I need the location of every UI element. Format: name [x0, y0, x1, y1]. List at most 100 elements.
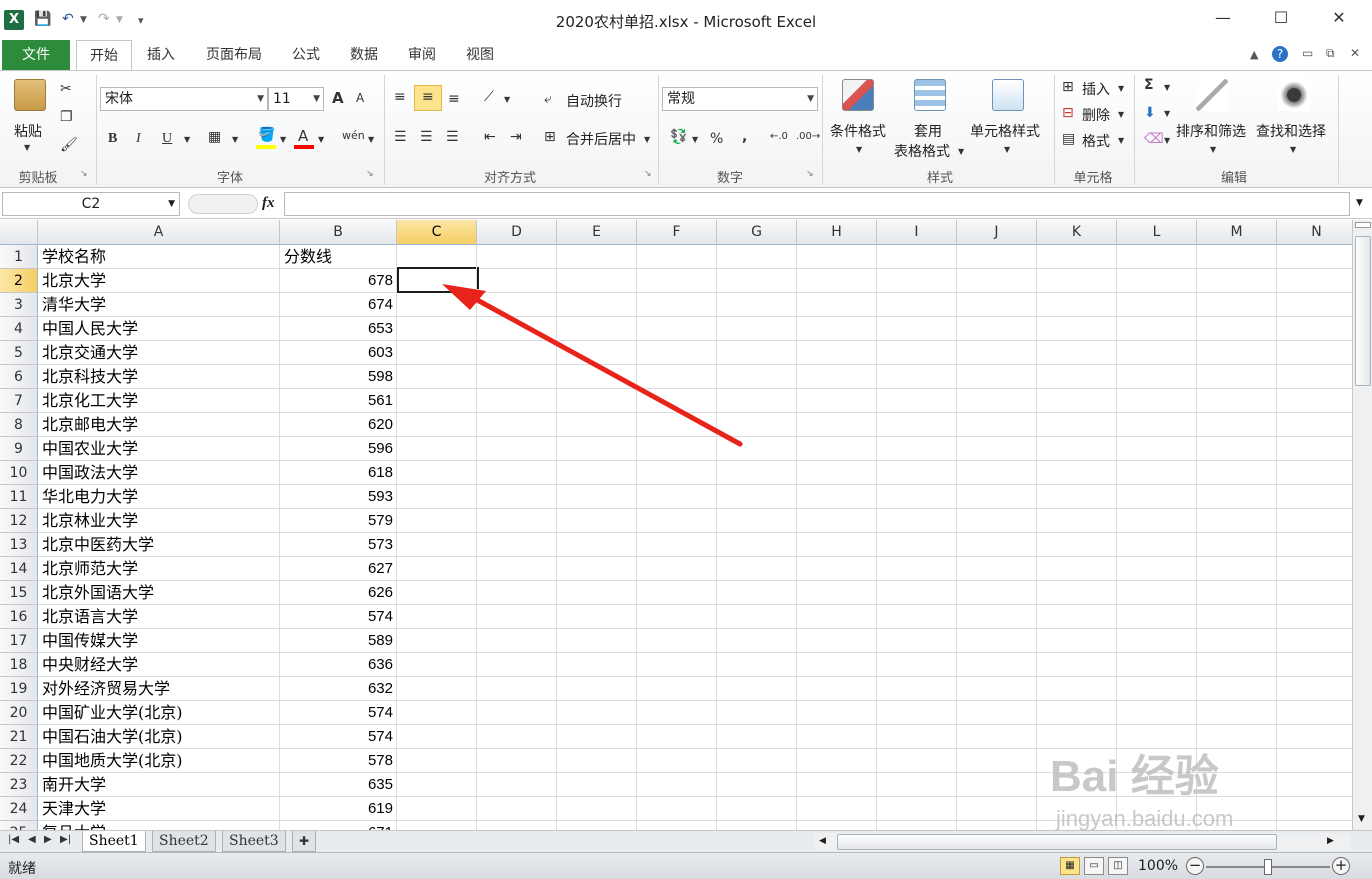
- alignment-launcher-icon[interactable]: ↘: [644, 169, 652, 179]
- row-header[interactable]: 8: [0, 413, 38, 437]
- row-header[interactable]: 24: [0, 797, 38, 821]
- formula-input[interactable]: [284, 192, 1350, 216]
- column-header-h[interactable]: H: [797, 220, 877, 245]
- column-header-k[interactable]: K: [1037, 220, 1117, 245]
- insert-sheet-icon[interactable]: ✚: [292, 831, 317, 852]
- decrease-indent-icon[interactable]: ⇤: [484, 129, 496, 145]
- cut-icon[interactable]: ✂: [60, 81, 72, 97]
- format-cells-icon[interactable]: ▤: [1062, 131, 1075, 147]
- cell-b[interactable]: 574: [284, 725, 393, 749]
- row-header[interactable]: 11: [0, 485, 38, 509]
- column-header-g[interactable]: G: [717, 220, 797, 245]
- split-handle[interactable]: [1355, 222, 1371, 228]
- minimize-button[interactable]: —: [1200, 8, 1246, 32]
- tab-formulas[interactable]: 公式: [282, 40, 330, 70]
- underline-dropdown-icon[interactable]: ▼: [184, 135, 190, 144]
- cell-b[interactable]: 626: [284, 581, 393, 605]
- row-header[interactable]: 23: [0, 773, 38, 797]
- clear-dropdown-icon[interactable]: ▼: [1164, 136, 1170, 145]
- autosum-dropdown-icon[interactable]: ▼: [1164, 83, 1170, 92]
- find-dropdown-icon[interactable]: ▼: [1290, 145, 1296, 154]
- phonetic-dropdown-icon[interactable]: ▼: [368, 135, 374, 144]
- format-table-dropdown-icon[interactable]: ▼: [958, 147, 964, 156]
- merge-center-icon[interactable]: ⊞: [544, 129, 556, 145]
- cell-a[interactable]: 清华大学: [42, 293, 278, 317]
- conditional-format-button[interactable]: 条件格式: [830, 121, 886, 141]
- paste-icon[interactable]: [14, 79, 46, 111]
- percent-button[interactable]: %: [710, 131, 723, 147]
- vertical-scrollbar[interactable]: ▼: [1352, 220, 1372, 830]
- cell-b[interactable]: 678: [284, 269, 393, 293]
- align-bottom-icon[interactable]: ≡: [448, 91, 460, 107]
- decrease-decimal-icon[interactable]: .00→: [796, 131, 820, 142]
- grow-font-button[interactable]: A: [332, 89, 344, 107]
- cell-a[interactable]: 复旦大学: [42, 821, 278, 830]
- row-header[interactable]: 10: [0, 461, 38, 485]
- fill-dropdown-icon[interactable]: ▼: [1164, 109, 1170, 118]
- font-name-select[interactable]: 宋体 ▼: [100, 87, 268, 111]
- format-table-icon[interactable]: [914, 79, 946, 111]
- tab-file[interactable]: 文件: [2, 40, 70, 70]
- row-header[interactable]: 21: [0, 725, 38, 749]
- bold-button[interactable]: B: [108, 131, 117, 147]
- cell-a[interactable]: 中央财经大学: [42, 653, 278, 677]
- border-dropdown-icon[interactable]: ▼: [232, 135, 238, 144]
- merge-dropdown-icon[interactable]: ▼: [644, 135, 650, 144]
- next-sheet-icon[interactable]: ▶: [44, 834, 52, 845]
- autosum-button[interactable]: Σ: [1144, 77, 1154, 93]
- cell-a[interactable]: 华北电力大学: [42, 485, 278, 509]
- row-header[interactable]: 17: [0, 629, 38, 653]
- row-header[interactable]: 16: [0, 605, 38, 629]
- cell-a[interactable]: 中国石油大学(北京): [42, 725, 278, 749]
- sheet-tab-2[interactable]: Sheet2: [152, 831, 216, 852]
- row-header[interactable]: 3: [0, 293, 38, 317]
- increase-indent-icon[interactable]: ⇥: [510, 129, 522, 145]
- cell-a[interactable]: 学校名称: [42, 245, 278, 269]
- cell-b[interactable]: 619: [284, 797, 393, 821]
- scroll-down-icon[interactable]: ▼: [1358, 814, 1365, 824]
- cell-a[interactable]: 中国矿业大学(北京): [42, 701, 278, 725]
- scroll-left-icon[interactable]: ◀: [819, 836, 826, 846]
- conditional-dropdown-icon[interactable]: ▼: [856, 145, 862, 154]
- insert-cells-button[interactable]: 插入: [1082, 79, 1110, 99]
- cell-a[interactable]: 中国农业大学: [42, 437, 278, 461]
- fill-down-icon[interactable]: ⬇: [1144, 105, 1156, 121]
- column-header-i[interactable]: I: [877, 220, 957, 245]
- insert-cells-icon[interactable]: ⊞: [1062, 79, 1074, 95]
- cell-a[interactable]: 北京林业大学: [42, 509, 278, 533]
- first-sheet-icon[interactable]: |◀: [8, 834, 19, 845]
- align-top-icon[interactable]: ≡: [394, 89, 406, 105]
- align-right-icon[interactable]: ☰: [446, 129, 459, 145]
- cell-a[interactable]: 北京邮电大学: [42, 413, 278, 437]
- format-dropdown-icon[interactable]: ▼: [1118, 136, 1124, 145]
- wrap-text-icon[interactable]: ⤶: [544, 91, 552, 107]
- cell-b[interactable]: 674: [284, 293, 393, 317]
- cell-b[interactable]: 635: [284, 773, 393, 797]
- column-header-d[interactable]: D: [477, 220, 557, 245]
- last-sheet-icon[interactable]: ▶|: [60, 834, 71, 845]
- help-icon[interactable]: ?: [1272, 46, 1288, 62]
- cell-b[interactable]: 636: [284, 653, 393, 677]
- cell-b[interactable]: 618: [284, 461, 393, 485]
- conditional-format-icon[interactable]: [842, 79, 874, 111]
- cell-b[interactable]: 627: [284, 557, 393, 581]
- merge-center-button[interactable]: 合并后居中: [566, 129, 636, 149]
- find-select-icon[interactable]: [1278, 79, 1310, 111]
- worksheet-grid[interactable]: ABCDEFGHIJKLMN 1 学校名称 分数线 2 北京大学 678 3 清华大学 674 4…: [0, 220, 1352, 830]
- cell-a[interactable]: 北京科技大学: [42, 365, 278, 389]
- delete-dropdown-icon[interactable]: ▼: [1118, 110, 1124, 119]
- close-button[interactable]: ✕: [1316, 8, 1362, 32]
- tab-data[interactable]: 数据: [340, 40, 388, 70]
- minimize-ribbon-icon[interactable]: ▲: [1250, 48, 1258, 61]
- orientation-icon[interactable]: ⟋: [484, 89, 494, 105]
- sort-filter-button[interactable]: 排序和筛选: [1176, 121, 1246, 141]
- font-launcher-icon[interactable]: ↘: [366, 169, 374, 179]
- copy-icon[interactable]: ❐: [60, 109, 73, 125]
- zoom-out-button[interactable]: −: [1186, 857, 1204, 875]
- workbook-minimize-icon[interactable]: ▭: [1302, 46, 1313, 60]
- cell-b[interactable]: 分数线: [284, 245, 393, 269]
- sheet-tab-1[interactable]: Sheet1: [82, 831, 146, 852]
- tab-view[interactable]: 视图: [456, 40, 504, 70]
- cell-a[interactable]: 北京师范大学: [42, 557, 278, 581]
- page-break-view-icon[interactable]: ◫: [1108, 857, 1128, 875]
